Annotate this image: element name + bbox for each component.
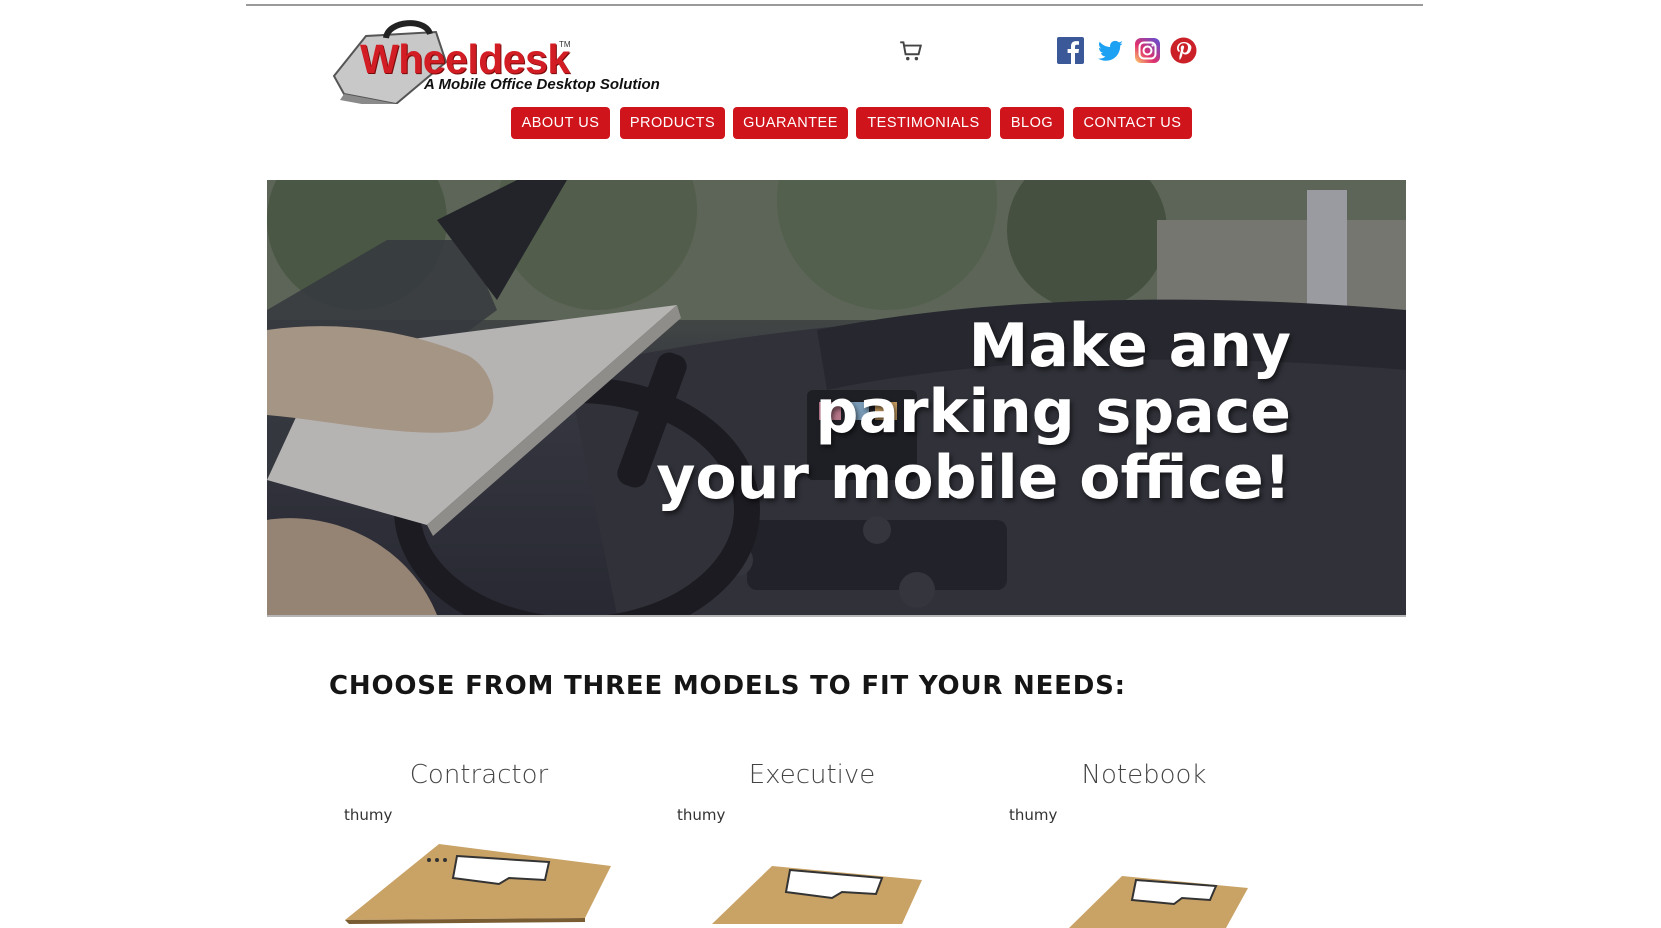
twitter-icon[interactable] [1097, 37, 1124, 64]
hero-line-2: parking space [815, 377, 1291, 447]
model-thumb-label: thumy [344, 806, 393, 824]
hero-banner: Make any parking space your mobile offic… [267, 180, 1406, 617]
nav-contact-us[interactable]: CONTACT US [1073, 107, 1192, 139]
site-logo[interactable]: Wheeldesk TM A Mobile Office Desktop Sol… [326, 18, 666, 104]
shopping-cart-icon[interactable] [898, 38, 924, 64]
nav-products[interactable]: PRODUCTS [620, 107, 725, 139]
notebook-desk-image[interactable] [994, 838, 1294, 928]
instagram-icon[interactable] [1134, 37, 1161, 64]
logo-tagline: A Mobile Office Desktop Solution [424, 76, 660, 93]
model-thumb-label: thumy [677, 806, 726, 824]
contractor-desk-image[interactable] [329, 838, 629, 928]
model-name[interactable]: Executive [662, 760, 962, 790]
facebook-icon[interactable] [1057, 37, 1084, 64]
nav-guarantee[interactable]: GUARANTEE [733, 107, 848, 139]
nav-about-us[interactable]: ABOUT US [511, 107, 610, 139]
model-name[interactable]: Contractor [329, 760, 629, 790]
model-thumb-label: thumy [1009, 806, 1058, 824]
logo-trademark: TM [559, 40, 571, 49]
top-divider [246, 4, 1423, 6]
hero-headline: Make any parking space your mobile offic… [656, 313, 1291, 511]
model-name[interactable]: Notebook [994, 760, 1294, 790]
hero-line-3: your mobile office! [656, 443, 1291, 513]
nav-blog[interactable]: BLOG [1000, 107, 1064, 139]
nav-testimonials[interactable]: TESTIMONIALS [856, 107, 991, 139]
hero-line-1: Make any [968, 311, 1291, 381]
executive-desk-image[interactable] [662, 838, 962, 928]
pinterest-icon[interactable] [1170, 37, 1197, 64]
section-title: CHOOSE FROM THREE MODELS TO FIT YOUR NEE… [329, 671, 1126, 701]
